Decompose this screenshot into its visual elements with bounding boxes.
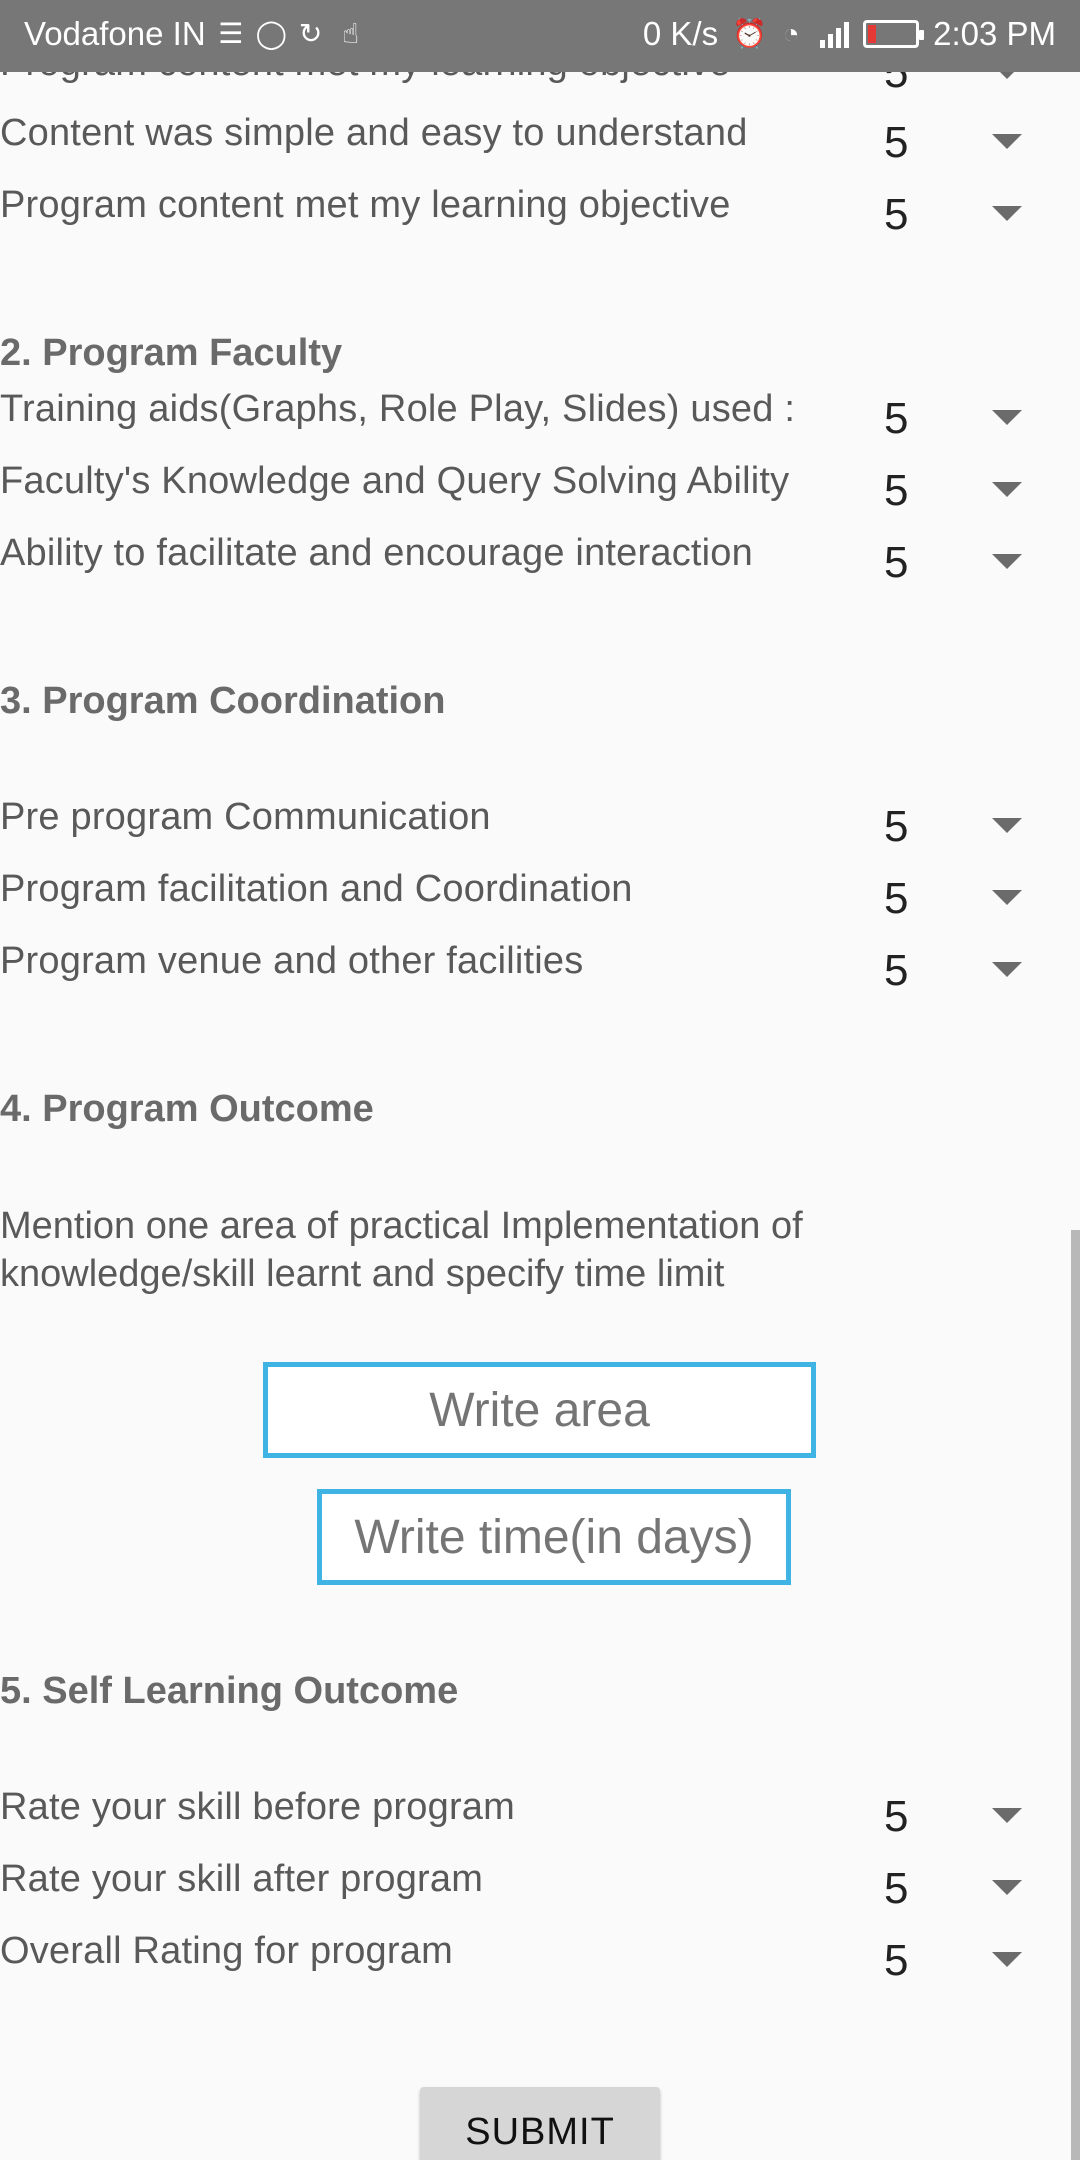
dropdown-caret-icon[interactable] — [992, 206, 1022, 221]
signal-icon — [820, 20, 850, 48]
rating-value[interactable]: 5 — [884, 466, 908, 516]
scrollbar[interactable] — [1071, 1230, 1080, 2160]
rating-row-content-objective[interactable]: Program content met my learning objectiv… — [0, 184, 1080, 244]
dropdown-caret-icon[interactable] — [992, 482, 1022, 497]
rating-row-facilitate-interaction[interactable]: Ability to facilitate and encourage inte… — [0, 532, 1080, 592]
rating-row-facilitation[interactable]: Program facilitation and Coordination 5 — [0, 868, 1080, 928]
rating-label: Program content met my learning objectiv… — [0, 184, 731, 226]
rating-label: Content was simple and easy to understan… — [0, 112, 748, 154]
area-input[interactable] — [263, 1362, 816, 1458]
rating-value[interactable]: 5 — [884, 946, 908, 996]
rating-label: Ability to facilitate and encourage inte… — [0, 532, 753, 574]
rating-value[interactable]: 5 — [884, 118, 908, 168]
rating-row-venue[interactable]: Program venue and other facilities 5 — [0, 940, 1080, 1000]
rating-label: Rate your skill after program — [0, 1858, 484, 1900]
battery-icon — [863, 20, 925, 48]
dropdown-caret-icon[interactable] — [992, 962, 1022, 977]
feedback-form: Program content met my learning objectiv… — [0, 0, 1080, 2160]
status-bar: Vodafone IN ☰ ◯ ↻ ☝ 0 K/s ⏰ ◔ 2:03 PM — [0, 0, 1080, 72]
dropdown-caret-icon[interactable] — [992, 1808, 1022, 1823]
rating-row-skill-before[interactable]: Rate your skill before program 5 — [0, 1786, 1080, 1846]
rating-value[interactable]: 5 — [884, 802, 908, 852]
section-title-self-learning: 5. Self Learning Outcome — [0, 1670, 459, 1712]
dropdown-caret-icon[interactable] — [992, 1952, 1022, 1967]
submit-button[interactable]: SUBMIT — [420, 2087, 660, 2160]
rating-label: Program facilitation and Coordination — [0, 868, 633, 910]
list-notification-icon: ☰ — [218, 18, 244, 49]
rating-label: Pre program Communication — [0, 796, 491, 838]
rating-row-faculty-knowledge[interactable]: Faculty's Knowledge and Query Solving Ab… — [0, 460, 1080, 520]
rating-row-content-simple[interactable]: Content was simple and easy to understan… — [0, 112, 1080, 172]
rating-label: Overall Rating for program — [0, 1930, 453, 1972]
wifi-icon: ◔ — [782, 18, 800, 49]
dropdown-caret-icon[interactable] — [992, 818, 1022, 833]
alarm-icon: ⏰ — [732, 18, 767, 49]
rating-value[interactable]: 5 — [884, 1792, 908, 1842]
rating-value[interactable]: 5 — [884, 538, 908, 588]
rating-label: Training aids(Graphs, Role Play, Slides)… — [0, 388, 796, 430]
dropdown-caret-icon[interactable] — [992, 554, 1022, 569]
section-title-faculty: 2. Program Faculty — [0, 332, 343, 374]
rating-value[interactable]: 5 — [884, 394, 908, 444]
rating-row-skill-after[interactable]: Rate your skill after program 5 — [0, 1858, 1080, 1918]
carrier-name: Vodafone IN — [24, 15, 206, 52]
rating-value[interactable]: 5 — [884, 874, 908, 924]
time-days-input[interactable] — [317, 1489, 791, 1585]
rating-value[interactable]: 5 — [884, 190, 908, 240]
rating-value[interactable]: 5 — [884, 1936, 908, 1986]
clock: 2:03 PM — [933, 15, 1056, 52]
dropdown-caret-icon[interactable] — [992, 410, 1022, 425]
outcome-description: Mention one area of practical Implementa… — [0, 1205, 803, 1295]
section-title-outcome: 4. Program Outcome — [0, 1088, 374, 1130]
net-speed: 0 K/s — [642, 15, 719, 52]
rating-label: Program venue and other facilities — [0, 940, 584, 982]
rating-value[interactable]: 5 — [884, 1864, 908, 1914]
whatsapp-icon: ◯ — [255, 18, 287, 49]
section-title-coordination: 3. Program Coordination — [0, 680, 446, 722]
rating-row-overall[interactable]: Overall Rating for program 5 — [0, 1930, 1080, 1990]
rating-row-training-aids[interactable]: Training aids(Graphs, Role Play, Slides)… — [0, 388, 1080, 448]
dropdown-caret-icon[interactable] — [992, 890, 1022, 905]
rating-row-pre-program[interactable]: Pre program Communication 5 — [0, 796, 1080, 856]
touch-icon: ☝ — [342, 18, 360, 49]
dropdown-caret-icon[interactable] — [992, 134, 1022, 149]
sync-icon: ↻ — [298, 18, 323, 49]
dropdown-caret-icon[interactable] — [992, 1880, 1022, 1895]
rating-label: Faculty's Knowledge and Query Solving Ab… — [0, 460, 790, 502]
rating-label: Rate your skill before program — [0, 1786, 515, 1828]
